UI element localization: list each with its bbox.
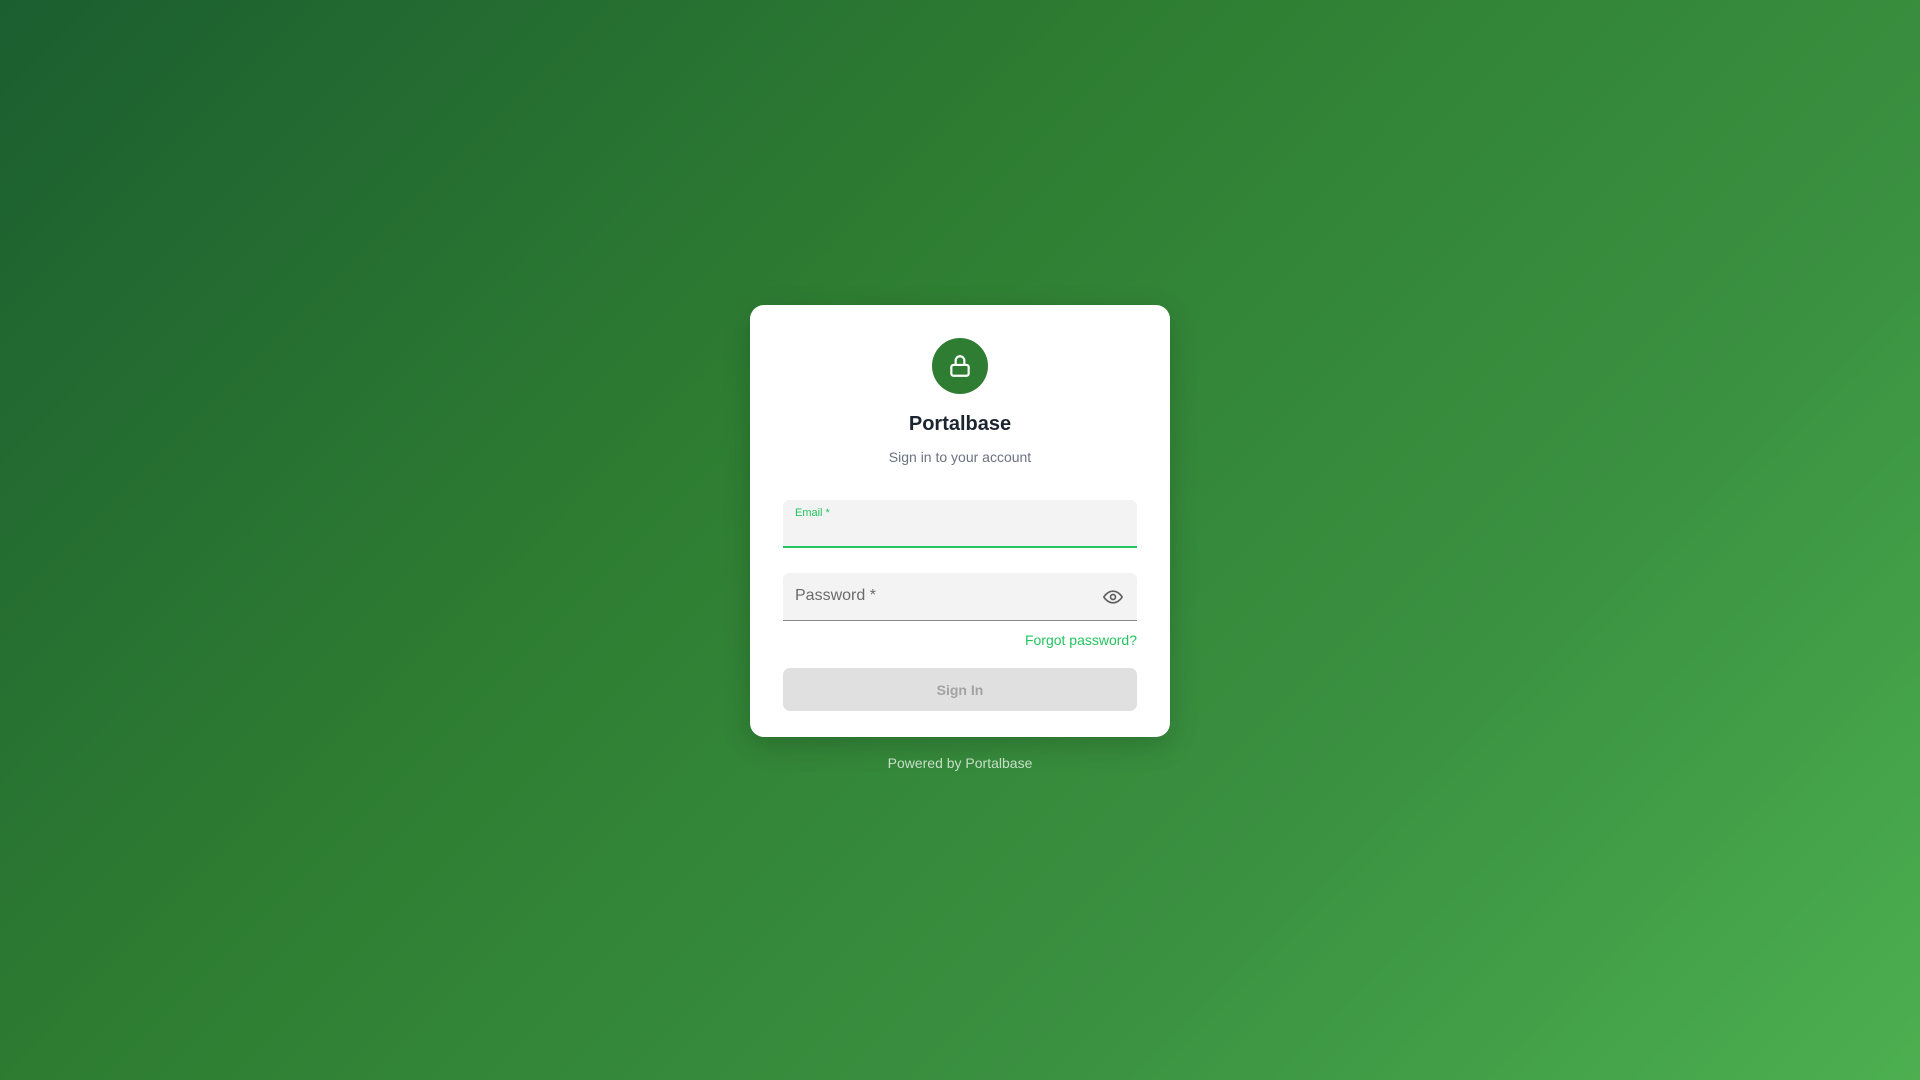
password-field[interactable]: Password * [783,573,1137,621]
email-input[interactable] [795,520,1097,542]
sign-in-button[interactable]: Sign In [783,668,1137,711]
forgot-password-link[interactable]: Forgot password? [1025,632,1137,648]
eye-icon[interactable] [1101,585,1125,609]
lock-icon [932,338,988,394]
email-field[interactable]: Email * [783,500,1137,548]
email-label: Email * [795,507,830,519]
login-card: Portalbase Sign in to your account Email… [750,305,1170,737]
app-subtitle: Sign in to your account [888,449,1032,465]
app-title: Portalbase [908,413,1012,435]
footer-powered-by: Powered by Portalbase [887,755,1033,771]
password-input[interactable] [795,594,1097,616]
